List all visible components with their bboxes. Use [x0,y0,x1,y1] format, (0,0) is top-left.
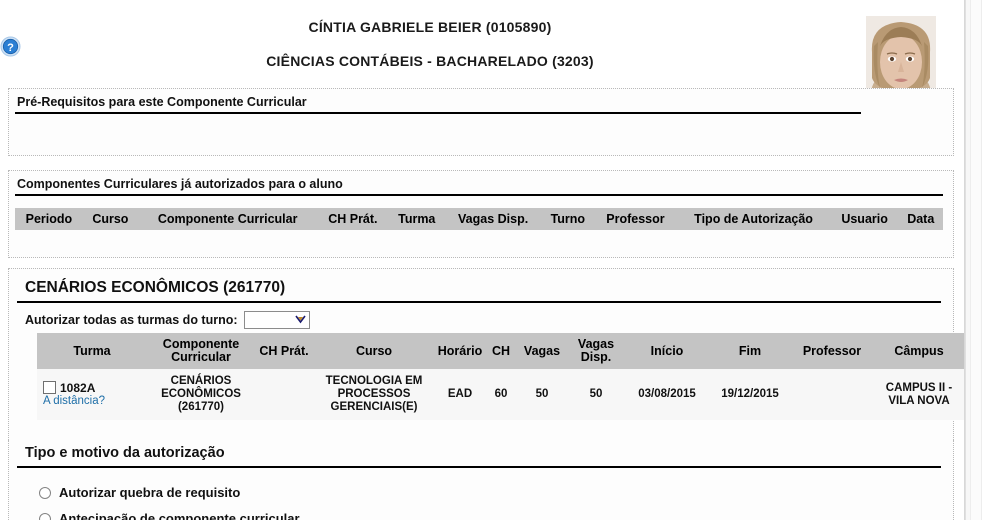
turno-select-wrap [243,311,310,329]
prerequisites-title: Pré-Requisitos para este Componente Curr… [15,93,861,114]
cell-vagas-disp: 50 [567,369,625,420]
turmas-table: Turma Componente Curricular CH Prát. Cur… [37,333,965,420]
col-componente-curricular: Componente Curricular [147,333,255,369]
col-fim: Fim [709,333,791,369]
turmas-header-row: Turma Componente Curricular CH Prát. Cur… [37,333,965,369]
col-curso: Curso [82,208,139,230]
cell-inicio: 03/08/2015 [625,369,709,420]
col-componente-curricular: Componente Curricular [138,208,318,230]
col-curso: Curso [313,333,435,369]
cell-ch-prat [255,369,313,420]
cell-campus: CAMPUS II - VILA NOVA [873,369,965,420]
col-turno: Turno [541,208,595,230]
a-distancia-link[interactable]: A distância? [43,395,145,408]
turma-code: 1082A [60,381,96,395]
radio-antecipacao-componente[interactable]: Antecipação de componente curricular [39,512,953,520]
col-data: Data [898,208,943,230]
turno-select[interactable] [243,311,310,329]
authorization-type-options: Autorizar quebra de requisito Antecipaçã… [9,468,953,520]
component-title: CENÁRIOS ECONÔMICOS (261770) [17,273,941,303]
authorization-type-panel: Tipo e motivo da autorização Autorizar q… [8,440,954,520]
page-scrollbar[interactable] [965,0,982,520]
authorized-components-title: Componentes Curriculares já autorizados … [15,175,943,196]
student-course: CIÊNCIAS CONTÁBEIS - BACHARELADO (3203) [266,53,594,69]
cell-vagas: 50 [517,369,567,420]
col-professor: Professor [594,208,677,230]
page-content: ? CÍNTIA GABRIELE BEIER (0105890) CIÊNCI… [0,0,965,520]
col-ch: CH [485,333,517,369]
cell-curso: TECNOLOGIA EM PROCESSOS GERENCIAIS(E) [313,369,435,420]
radio-label: Autorizar quebra de requisito [59,485,241,500]
col-vagas-disp: Vagas Disp. [445,208,542,230]
page-scrollbar-track[interactable] [970,0,982,520]
col-horario: Horário [435,333,485,369]
turma-checkbox[interactable] [43,381,56,394]
turno-label: Autorizar todas as turmas do turno: [25,313,238,327]
col-inicio: Início [625,333,709,369]
cell-professor [791,369,873,420]
col-vagas-disp: Vagas Disp. [567,333,625,369]
table-header-row: Periodo Curso Componente Curricular CH P… [15,208,943,230]
col-turma: Turma [388,208,446,230]
cell-componente: CENÁRIOS ECONÔMICOS (261770) [147,369,255,420]
col-usuario: Usuario [830,208,899,230]
prerequisites-panel: Pré-Requisitos para este Componente Curr… [8,88,954,156]
radio-label: Antecipação de componente curricular [59,511,300,520]
col-periodo: Periodo [15,208,83,230]
student-name: CÍNTIA GABRIELE BEIER (0105890) [308,19,552,35]
svg-text:?: ? [7,42,14,54]
radio-button[interactable] [39,513,51,520]
cell-fim: 19/12/2015 [709,369,791,420]
cell-turma: 1082A A distância? [37,369,147,420]
col-campus: Câmpus [873,333,965,369]
turno-filter-row: Autorizar todas as turmas do turno: [9,303,953,329]
cell-ch: 60 [485,369,517,420]
authorization-type-title: Tipo e motivo da autorização [17,443,941,468]
student-header: CÍNTIA GABRIELE BEIER (0105890) CIÊNCIAS… [0,0,860,70]
col-ch-prat: CH Prát. [255,333,313,369]
turma-checkbox-line: 1082A [43,381,145,394]
authorized-components-table: Periodo Curso Componente Curricular CH P… [15,208,943,230]
page-root: ? CÍNTIA GABRIELE BEIER (0105890) CIÊNCI… [0,0,982,520]
cell-horario: EAD [435,369,485,420]
col-ch-prat: CH Prát. [317,208,389,230]
col-tipo-autorizacao: Tipo de Autorização [676,208,831,230]
col-professor: Professor [791,333,873,369]
table-row[interactable]: 1082A A distância? CENÁRIOS ECONÔMICOS (… [37,369,965,420]
radio-button[interactable] [39,487,51,499]
authorized-components-panel: Componentes Curriculares já autorizados … [8,170,954,258]
component-panel: CENÁRIOS ECONÔMICOS (261770) Autorizar t… [8,268,965,440]
col-vagas: Vagas [517,333,567,369]
radio-quebra-requisito[interactable]: Autorizar quebra de requisito [39,486,953,500]
col-turma: Turma [37,333,147,369]
help-question-icon[interactable]: ? [0,36,21,57]
